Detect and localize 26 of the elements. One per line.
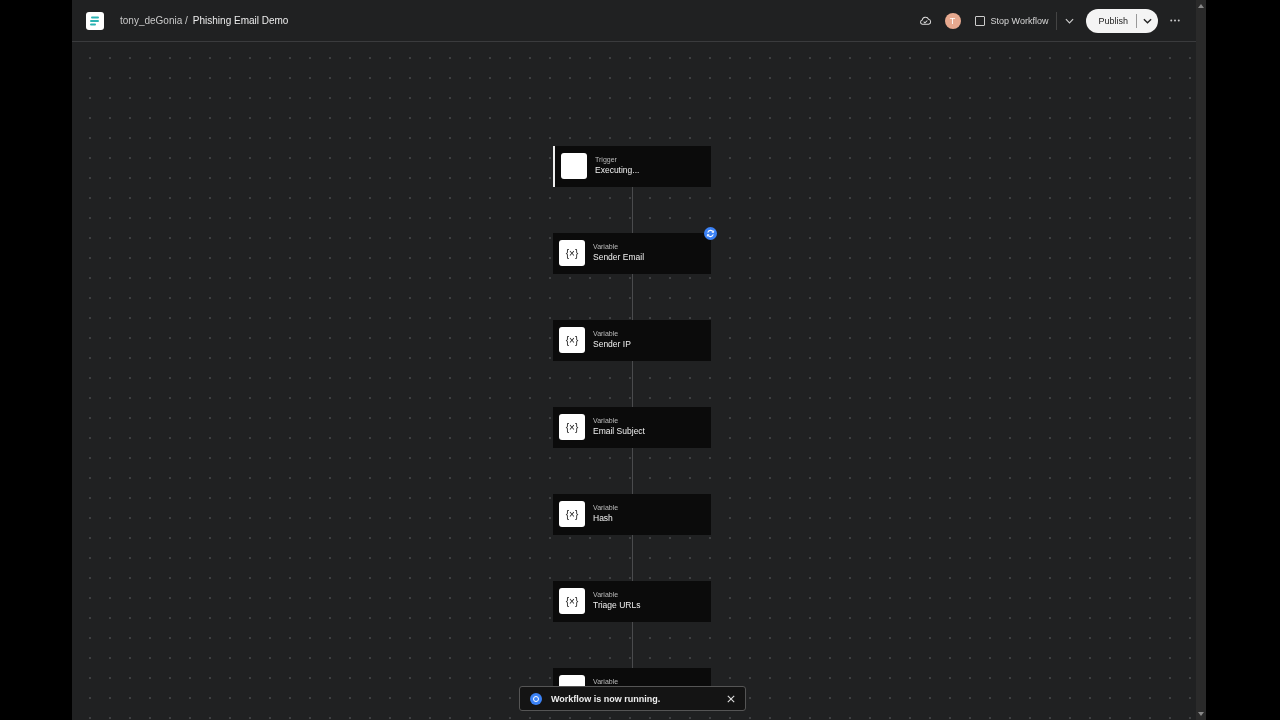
publish-button[interactable]: Publish bbox=[1086, 8, 1158, 33]
trigger-icon bbox=[561, 153, 587, 179]
scroll-down-icon[interactable] bbox=[1198, 712, 1204, 716]
variable-icon: {×} bbox=[559, 240, 585, 266]
variable-icon: {×} bbox=[559, 588, 585, 614]
node-title: Sender IP bbox=[593, 339, 631, 349]
workflow-title: Phishing Email Demo bbox=[192, 15, 289, 26]
variable-icon: {×} bbox=[559, 501, 585, 527]
node-title: Executing... bbox=[595, 165, 640, 175]
variable-icon: {×} bbox=[559, 414, 585, 440]
node-title: Hash bbox=[593, 513, 614, 523]
toast-message: Workflow is now running. bbox=[551, 693, 662, 704]
node-title: Triage URLs bbox=[593, 600, 641, 610]
variable-icon: {×} bbox=[559, 327, 585, 353]
scrollbar[interactable] bbox=[1196, 0, 1206, 720]
app-logo-icon[interactable] bbox=[86, 11, 104, 30]
node-title: Email Subject bbox=[593, 426, 645, 436]
more-options-icon[interactable] bbox=[1170, 19, 1180, 22]
close-icon[interactable] bbox=[727, 694, 735, 703]
node-title: Sender Email bbox=[593, 252, 645, 262]
status-icon bbox=[530, 692, 542, 705]
stop-workflow-checkbox[interactable]: Stop Workflow bbox=[974, 15, 1049, 26]
workspace-link[interactable]: tony_deGonia / bbox=[120, 15, 188, 26]
cloud-icon[interactable] bbox=[918, 15, 932, 26]
scroll-up-icon[interactable] bbox=[1198, 4, 1204, 8]
chevron-down-icon[interactable] bbox=[1143, 17, 1152, 24]
